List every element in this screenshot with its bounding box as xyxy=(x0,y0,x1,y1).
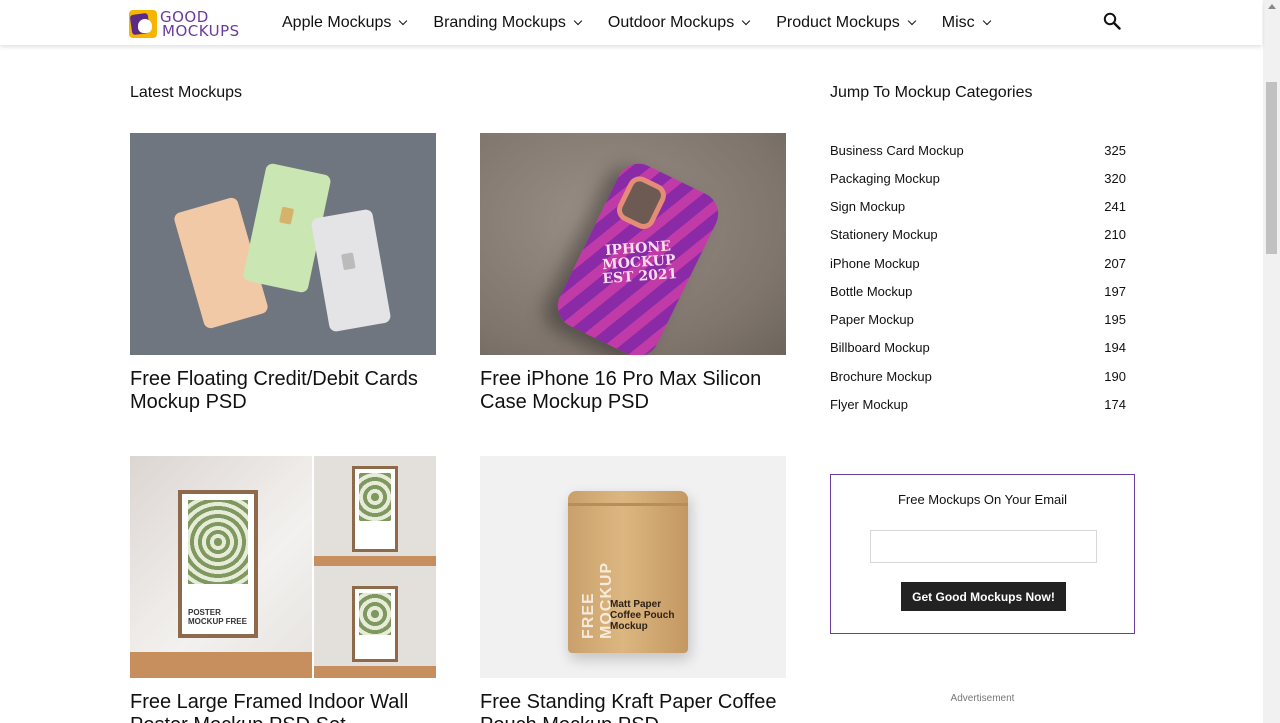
nav-label: Branding Mockups xyxy=(433,13,566,31)
chevron-down-icon xyxy=(982,16,991,25)
category-item[interactable]: Bottle Mockup 197 xyxy=(830,277,1126,305)
category-count: 320 xyxy=(1104,170,1126,186)
poster-frame: POSTER MOCKUP FREE xyxy=(178,490,258,638)
page-scrollbar[interactable] xyxy=(1263,0,1280,723)
site-header: GOOD MOCKUPS Apple Mockups Branding Mock… xyxy=(0,0,1262,45)
category-name: Billboard Mockup xyxy=(830,340,930,356)
nav-branding-mockups[interactable]: Branding Mockups xyxy=(433,13,583,32)
chevron-down-icon xyxy=(573,16,583,25)
post-thumbnail-iphone-case[interactable]: IPHONE MOCKUP EST 2021 xyxy=(480,133,786,355)
category-count: 241 xyxy=(1104,199,1126,215)
image-text: POSTER MOCKUP FREE xyxy=(188,608,247,626)
nav-label: Outdoor Mockups xyxy=(607,13,735,31)
image-text: Matt Paper Coffee Pouch Mockup xyxy=(610,599,675,632)
category-name: Brochure Mockup xyxy=(830,368,932,384)
email-signup-box: Free Mockups On Your Email Get Good Mock… xyxy=(830,474,1135,634)
phone-case-shape: IPHONE MOCKUP EST 2021 xyxy=(550,156,726,355)
nav-product-mockups[interactable]: Product Mockups xyxy=(776,13,917,32)
category-item[interactable]: Packaging Mockup 320 xyxy=(830,164,1126,192)
poster-frame xyxy=(352,586,398,662)
nav-outdoor-mockups[interactable]: Outdoor Mockups xyxy=(607,13,751,32)
post-card: IPHONE MOCKUP EST 2021 Free iPhone 16 Pr… xyxy=(480,133,786,414)
chevron-down-icon xyxy=(907,16,917,25)
logo-text: GOOD MOCKUPS xyxy=(160,10,240,40)
category-item[interactable]: Flyer Mockup 174 xyxy=(830,390,1126,418)
category-item[interactable]: Business Card Mockup 325 xyxy=(830,136,1126,164)
category-name: Stationery Mockup xyxy=(830,227,938,243)
logo-line-2: MOCKUPS xyxy=(162,22,240,40)
category-name: Sign Mockup xyxy=(830,199,906,215)
category-item[interactable]: Stationery Mockup 210 xyxy=(830,221,1126,249)
chevron-down-icon xyxy=(741,16,751,25)
post-card: Free Floating Credit/Debit Cards Mockup … xyxy=(130,133,436,414)
category-list: Business Card Mockup 325 Packaging Mockup… xyxy=(830,136,1126,419)
logo-icon xyxy=(129,10,157,38)
post-thumbnail-coffee-pouch[interactable]: FREE MOCKUP Matt Paper Coffee Pouch Mock… xyxy=(480,456,786,678)
post-title-link[interactable]: Free Floating Credit/Debit Cards Mockup … xyxy=(130,368,436,414)
post-title-link[interactable]: Free Large Framed Indoor Wall Poster Moc… xyxy=(130,691,436,723)
category-name: Packaging Mockup xyxy=(830,170,940,186)
category-item[interactable]: Paper Mockup 195 xyxy=(830,306,1126,334)
category-item[interactable]: Billboard Mockup 194 xyxy=(830,334,1126,362)
nav-label: Misc xyxy=(941,13,975,31)
scrollbar-thumb[interactable] xyxy=(1266,82,1277,254)
category-name: Paper Mockup xyxy=(830,312,914,328)
nav-apple-mockups[interactable]: Apple Mockups xyxy=(282,13,408,32)
search-icon[interactable] xyxy=(1103,12,1121,30)
category-count: 207 xyxy=(1104,255,1126,271)
nav-misc[interactable]: Misc xyxy=(941,13,991,32)
image-text: IPHONE MOCKUP EST 2021 xyxy=(601,238,678,288)
post-title-link[interactable]: Free iPhone 16 Pro Max Silicon Case Mock… xyxy=(480,368,786,414)
nav-label: Apple Mockups xyxy=(282,13,392,31)
category-count: 197 xyxy=(1104,283,1126,299)
pouch-shape: FREE MOCKUP Matt Paper Coffee Pouch Mock… xyxy=(568,491,688,653)
poster-frame xyxy=(352,466,398,552)
category-item[interactable]: Sign Mockup 241 xyxy=(830,193,1126,221)
latest-mockups-heading: Latest Mockups xyxy=(130,84,243,101)
post-card: FREE MOCKUP Matt Paper Coffee Pouch Mock… xyxy=(480,456,786,723)
signup-title: Free Mockups On Your Email xyxy=(897,492,1068,507)
post-title-link[interactable]: Free Standing Kraft Paper Coffee Pouch M… xyxy=(480,691,786,723)
categories-heading: Jump To Mockup Categories xyxy=(830,84,1033,101)
category-name: iPhone Mockup xyxy=(830,255,920,271)
nav-label: Product Mockups xyxy=(776,13,900,31)
category-item[interactable]: iPhone Mockup 207 xyxy=(830,249,1126,277)
category-item[interactable]: Brochure Mockup 190 xyxy=(830,362,1126,390)
card-shape xyxy=(310,208,392,333)
subscribe-button[interactable]: Get Good Mockups Now! xyxy=(901,582,1066,611)
post-card: POSTER MOCKUP FREE Free Large Framed Ind… xyxy=(130,456,436,723)
main-nav: Apple Mockups Branding Mockups Outdoor M… xyxy=(282,0,1017,45)
category-count: 195 xyxy=(1104,312,1126,328)
email-field[interactable] xyxy=(870,530,1097,563)
chevron-down-icon xyxy=(399,16,408,25)
category-name: Flyer Mockup xyxy=(830,396,909,412)
category-count: 210 xyxy=(1104,227,1126,243)
site-logo[interactable]: GOOD MOCKUPS xyxy=(129,8,249,40)
category-count: 190 xyxy=(1104,368,1126,384)
category-name: Bottle Mockup xyxy=(830,283,913,299)
category-count: 194 xyxy=(1104,340,1126,356)
category-count: 174 xyxy=(1104,396,1126,412)
post-thumbnail-wall-poster[interactable]: POSTER MOCKUP FREE xyxy=(130,456,436,678)
scroll-up-arrow-icon[interactable] xyxy=(1268,4,1276,9)
category-count: 325 xyxy=(1104,142,1126,158)
category-name: Business Card Mockup xyxy=(830,142,964,158)
advertisement-label: Advertisement xyxy=(950,693,1015,704)
post-thumbnail-credit-cards[interactable] xyxy=(130,133,436,355)
